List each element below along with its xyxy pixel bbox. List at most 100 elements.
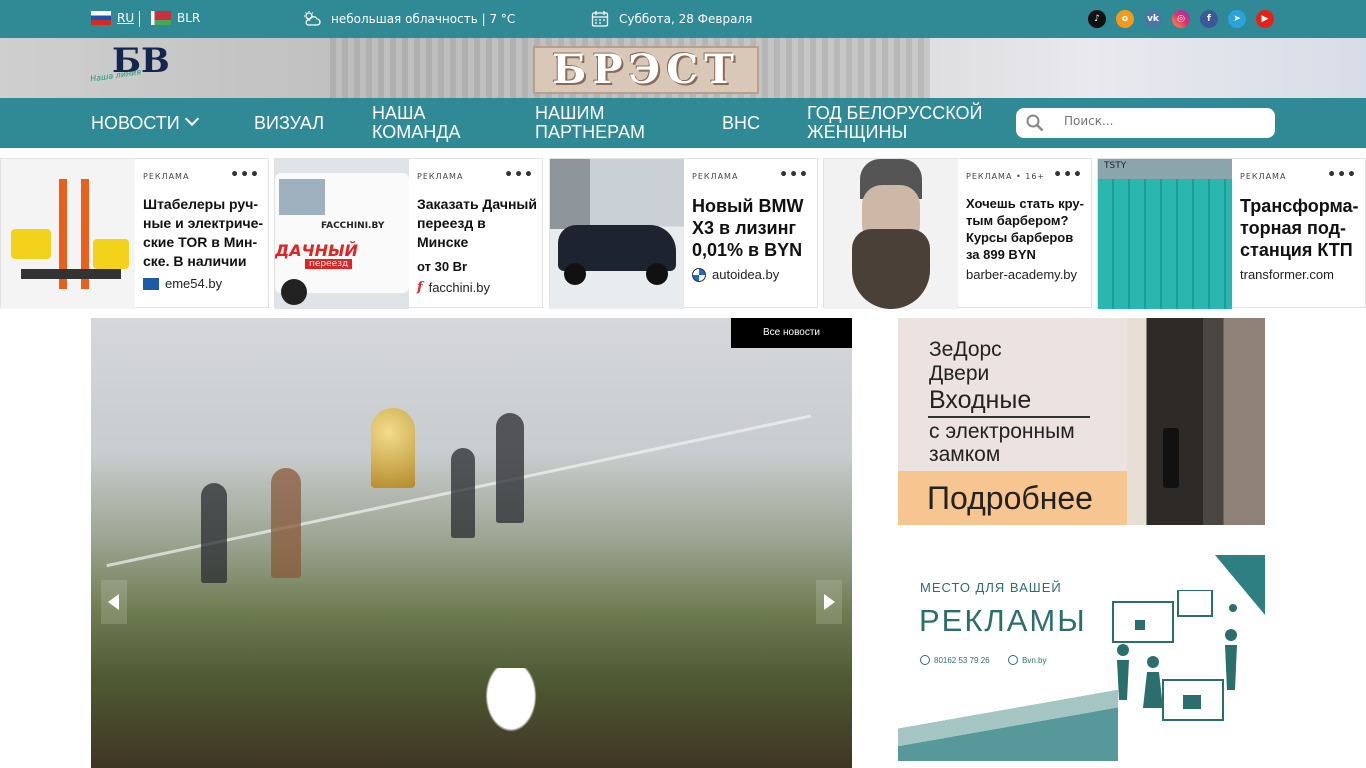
ad-card[interactable]: РЕКЛАМА • 16+ ••• Хочешь стать кру-тым б…	[823, 158, 1092, 309]
ad-image: FACCHINI.BY ДАЧНЫЙ переезд	[275, 159, 409, 309]
side-ad-line: с электронным	[929, 420, 1075, 443]
ad-domain[interactable]: eme54.by	[143, 276, 222, 291]
header-banner: БРЭСТ БВ Наша линия	[0, 38, 1366, 98]
crocus-flower	[481, 668, 541, 738]
ad-domain-text: transformer.com	[1240, 267, 1334, 282]
slide-figure	[201, 483, 227, 583]
side-ad-placeholder[interactable]: МЕСТО ДЛЯ ВАШЕЙ РЕКЛАМЫ 80162 53 79 26 B…	[898, 555, 1265, 761]
more-options-icon[interactable]: •••	[1327, 167, 1357, 183]
side-ad-line: Входные	[929, 386, 1032, 414]
slide-figure	[496, 413, 524, 523]
nav-item-visual[interactable]: Визуал	[254, 114, 324, 133]
van-promo-sub: переезд	[305, 259, 353, 269]
door-image	[1127, 318, 1265, 525]
more-options-icon[interactable]: •••	[779, 167, 809, 183]
phone-contact: 80162 53 79 26	[920, 655, 990, 665]
ad-title[interactable]: Штабелеры руч-ные и электриче-ские TOR в…	[143, 195, 265, 271]
banner-sign: БРЭСТ	[533, 46, 759, 94]
more-options-icon[interactable]: •••	[230, 167, 260, 183]
side-ad-line: замком	[929, 443, 1001, 466]
phone-text: 80162 53 79 26	[934, 655, 990, 665]
image-tag: TSTY	[1104, 161, 1127, 171]
belarus-flag-icon	[151, 11, 171, 25]
ad-domain[interactable]: barber-academy.by	[966, 267, 1077, 282]
ad-domain[interactable]: autoidea.by	[692, 267, 779, 282]
calendar-icon	[591, 11, 609, 27]
ad-domain-text: eme54.by	[165, 276, 223, 291]
language-by[interactable]: BLR	[151, 11, 200, 25]
ad-domain-text: autoidea.by	[712, 267, 780, 282]
date-widget: Суббота, 28 Февраля	[591, 10, 752, 28]
search-icon[interactable]	[1026, 114, 1044, 132]
language-divider	[139, 11, 140, 27]
more-options-icon[interactable]: •••	[1053, 167, 1083, 183]
slide-figure	[451, 448, 475, 538]
social-links: ♪ o vk ◎ f ➤ ▶	[1088, 10, 1274, 28]
ad-domain-text: facchini.by	[428, 280, 491, 295]
people-illustration-icon	[1112, 590, 1237, 721]
ad-label: РЕКЛАМА	[692, 172, 739, 181]
van-promo-text: ДАЧНЫЙ	[275, 241, 358, 260]
telegram-icon[interactable]: ➤	[1228, 10, 1246, 28]
ad-domain-text: barber-academy.by	[966, 267, 1078, 282]
instagram-icon[interactable]: ◎	[1172, 10, 1190, 28]
search-box	[1016, 108, 1275, 138]
nav-item-news[interactable]: Новости	[91, 114, 180, 133]
phone-icon	[920, 655, 930, 665]
side-ad-brand: ЗеДорс	[929, 338, 1002, 361]
youtube-icon[interactable]: ▶	[1256, 10, 1274, 28]
ad-label: РЕКЛАМА • 16+	[966, 172, 1046, 181]
bmw-logo-icon	[692, 267, 706, 282]
ad-card[interactable]: TSTY РЕКЛАМА ••• Трансформа-торная под-с…	[1097, 158, 1366, 309]
chevron-down-icon[interactable]	[184, 111, 200, 127]
language-by-label: BLR	[177, 11, 201, 25]
language-ru[interactable]: RU	[91, 11, 134, 25]
all-news-button[interactable]: Все новости	[731, 318, 852, 348]
ad-image	[824, 159, 958, 309]
ad-label: РЕКЛАМА	[417, 172, 464, 181]
side-ad-doors[interactable]: ЗеДорс Двери Входные с электронным замко…	[898, 318, 1265, 525]
tiktok-icon[interactable]: ♪	[1088, 10, 1106, 28]
ad-title[interactable]: Хочешь стать кру-тым барбером? Курсы бар…	[966, 195, 1088, 263]
weather-widget: небольшая облачность | 7 °C	[303, 10, 515, 28]
ad-title[interactable]: Заказать Дачный переезд в Минске	[417, 195, 539, 252]
slider-next-button[interactable]	[816, 580, 842, 624]
side-ad-small-text: МЕСТО ДЛЯ ВАШЕЙ	[920, 580, 1062, 595]
odnoklassniki-icon[interactable]: o	[1116, 10, 1134, 28]
ad-card[interactable]: FACCHINI.BY ДАЧНЫЙ переезд РЕКЛАМА ••• З…	[274, 158, 543, 309]
wave-decoration	[898, 681, 1118, 761]
news-slider[interactable]: Все новости	[91, 318, 852, 768]
nav-item-partners[interactable]: Нашим партнерам	[535, 104, 665, 142]
ad-domain[interactable]: transformer.com	[1240, 267, 1334, 282]
ad-card[interactable]: РЕКЛАМА ••• Штабелеры руч-ные и электрич…	[0, 158, 269, 309]
logo-subtitle: Наша линия	[89, 67, 142, 84]
ad-image: TSTY	[1098, 159, 1232, 309]
ad-domain[interactable]: f facchini.by	[417, 280, 490, 295]
side-ad-big-text: РЕКЛАМЫ	[919, 603, 1087, 638]
vk-icon[interactable]: vk	[1144, 10, 1162, 28]
weather-text: небольшая облачность | 7 °C	[331, 12, 516, 26]
search-input[interactable]	[1064, 114, 1264, 128]
site-logo[interactable]: БВ Наша линия	[90, 41, 170, 93]
more-button[interactable]: Подробнее	[898, 471, 1127, 525]
slide-figure	[271, 468, 301, 578]
lock-icon	[1163, 428, 1179, 488]
arrow-right-icon	[824, 594, 835, 610]
church-dome	[371, 408, 415, 488]
main-nav: Новости Визуал Наша команда Нашим партне…	[0, 98, 1366, 148]
ad-card[interactable]: РЕКЛАМА ••• Новый BMW X3 в лизинг 0,01% …	[549, 158, 818, 309]
slider-prev-button[interactable]	[101, 580, 127, 624]
facchini-logo-icon: f	[417, 280, 423, 295]
facebook-icon[interactable]: f	[1200, 10, 1218, 28]
more-options-icon[interactable]: •••	[504, 167, 534, 183]
nav-item-year-of-women[interactable]: Год белорусской женщины	[807, 104, 997, 142]
nav-item-our-team[interactable]: Наша команда	[372, 104, 482, 142]
site-text: Bvn.by	[1022, 655, 1047, 665]
ads-row: РЕКЛАМА ••• Штабелеры руч-ные и электрич…	[0, 158, 1366, 309]
ad-title[interactable]: Трансформа-торная под-станция КТП	[1240, 195, 1362, 261]
van-brand-text: FACCHINI.BY	[321, 221, 385, 231]
nav-item-vns[interactable]: ВНС	[722, 114, 760, 133]
russia-flag-icon	[91, 11, 111, 25]
globe-icon	[1008, 655, 1018, 665]
ad-title[interactable]: Новый BMW X3 в лизинг 0,01% в BYN	[692, 195, 814, 261]
